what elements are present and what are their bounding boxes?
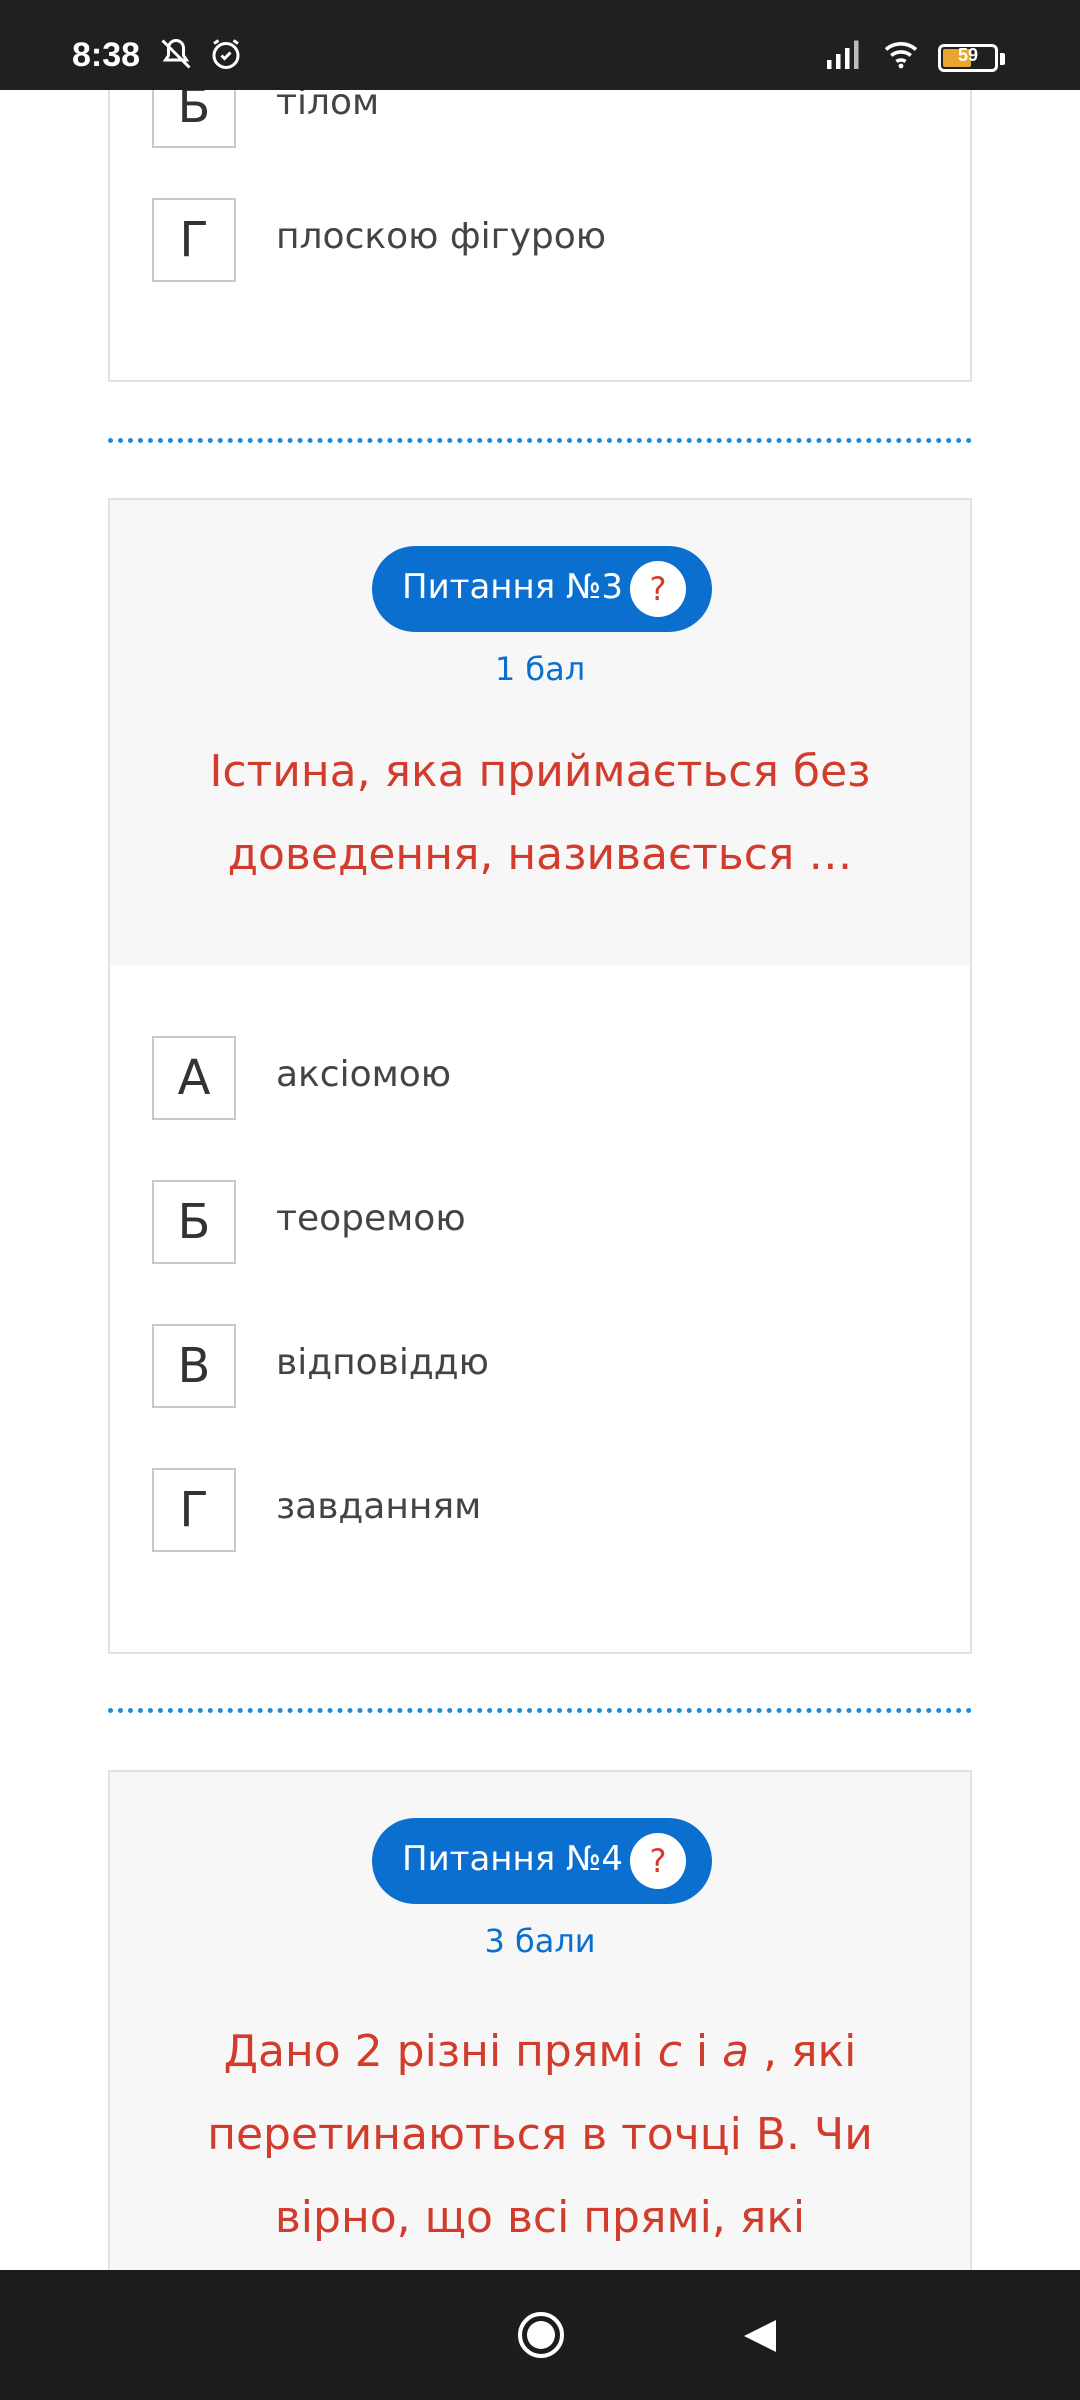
answer-option[interactable]: Г плоскою фігурою xyxy=(152,198,932,282)
bell-off-icon xyxy=(158,36,194,76)
status-time: 8:38 xyxy=(72,36,141,74)
answer-option-v[interactable]: В відповіддю xyxy=(152,1324,932,1408)
answer-text: завданням xyxy=(276,1486,482,1527)
status-bar: 8:38 59 xyxy=(0,0,1080,90)
answer-letter: Г xyxy=(152,1468,236,1552)
question-number: Питання №3 xyxy=(402,567,624,607)
answer-option-g[interactable]: Г завданням xyxy=(152,1468,932,1552)
variable-c: c xyxy=(657,2026,682,2077)
help-icon[interactable]: ? xyxy=(630,561,686,617)
help-icon[interactable]: ? xyxy=(630,1833,686,1889)
answer-text: теоремою xyxy=(276,1198,466,1239)
answer-letter: Б xyxy=(152,1180,236,1264)
question-divider xyxy=(108,1708,972,1713)
question-text-line: Дано 2 різні прямі c і a , які xyxy=(223,2026,857,2077)
answer-option-a[interactable]: А аксіомою xyxy=(152,1036,932,1120)
variable-a: a xyxy=(722,2026,750,2077)
battery-level: 59 xyxy=(957,45,979,65)
answer-text: відповіддю xyxy=(276,1342,489,1383)
answer-text: плоскою фігурою xyxy=(276,216,607,257)
question-points: 3 бали xyxy=(484,1922,596,1960)
question-card-3: Питання №3 ? 1 бал Істина, яка приймаєть… xyxy=(108,498,972,1654)
question-number: Питання №4 xyxy=(402,1839,624,1879)
question-text: Дано 2 різні прямі c і a , які перетинаю… xyxy=(150,2010,930,2259)
back-button[interactable] xyxy=(740,2316,780,2356)
question-header: Питання №4 ? 3 бали Дано 2 різні прямі c… xyxy=(110,1772,970,2292)
question-text-line: перетинаються в точці В. Чи xyxy=(207,2109,873,2160)
question-text-line: Істина, яка приймається без xyxy=(209,746,871,797)
home-icon xyxy=(518,2312,564,2358)
battery-tip xyxy=(1000,53,1005,65)
question-divider xyxy=(108,438,972,443)
signal-icon xyxy=(824,36,866,76)
question-text: Істина, яка приймається без доведення, н… xyxy=(150,730,930,896)
back-icon xyxy=(744,2320,776,2352)
home-button[interactable] xyxy=(516,2310,566,2360)
answer-option-b[interactable]: Б теоремою xyxy=(152,1180,932,1264)
question-text-line: доведення, називається … xyxy=(227,829,853,880)
question-text-line: вірно, що всі прямі, які xyxy=(274,2192,806,2243)
battery-icon: 59 xyxy=(938,44,998,72)
alarm-icon xyxy=(208,36,244,76)
wifi-icon xyxy=(880,36,922,76)
question-points: 1 бал xyxy=(494,650,586,688)
answer-letter: В xyxy=(152,1324,236,1408)
answer-letter: А xyxy=(152,1036,236,1120)
question-number-pill: Питання №3 ? xyxy=(372,546,712,632)
answer-letter: Г xyxy=(152,198,236,282)
question-number-pill: Питання №4 ? xyxy=(372,1818,712,1904)
question-header: Питання №3 ? 1 бал Істина, яка приймаєть… xyxy=(110,500,970,966)
question-card-4: Питання №4 ? 3 бали Дано 2 різні прямі c… xyxy=(108,1770,972,2292)
navigation-bar xyxy=(0,2270,1080,2400)
answer-text: аксіомою xyxy=(276,1054,452,1095)
